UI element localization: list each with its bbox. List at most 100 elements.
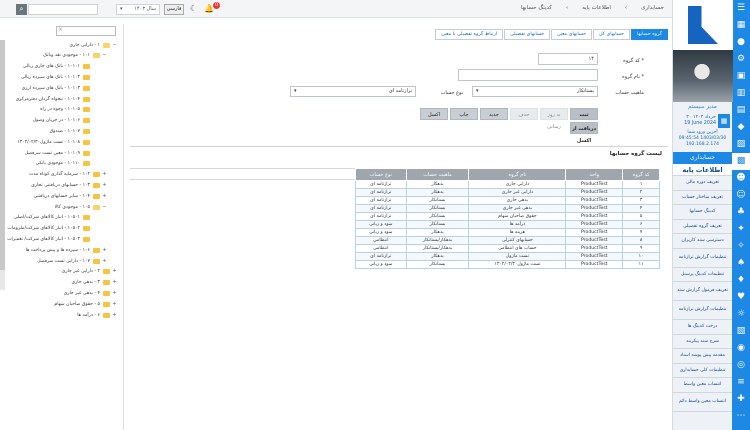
table-row[interactable]: ۱۱ ProductTest تست ماژول۱۳۰۲/۰۲/۳۰ بستانکار… <box>355 260 660 269</box>
tree-node[interactable]: ۱۰۱۰۳ - بانک های سپرده ارزی <box>22 83 97 93</box>
crowd-icon[interactable]: ◎ <box>732 357 750 374</box>
table-row[interactable]: ۱ ProductTest دارایی جاری بدهکار ترازنامه ای <box>355 180 660 189</box>
tree-scrollbar[interactable] <box>0 40 5 290</box>
excel-button[interactable]: اکسل <box>420 108 448 120</box>
table-row[interactable]: ۵ ProductTest حقوق صاحبان سهام بستانکار تراز… <box>355 212 660 221</box>
print-button[interactable]: چاپ <box>450 108 478 120</box>
plus-icon[interactable] <box>92 97 97 102</box>
plus-icon[interactable]: + <box>102 258 107 264</box>
bank-icon[interactable]: ▨ <box>732 136 750 153</box>
tab-subsidiary-accounts[interactable]: حسابهای معین <box>551 29 593 40</box>
contacts-icon[interactable]: ◉ <box>732 340 750 357</box>
column-header[interactable]: واحد <box>565 168 624 181</box>
calculator-icon[interactable]: ▦ <box>732 17 750 34</box>
tree-node[interactable]: +۲ - دارایی غیر جاری <box>62 267 117 277</box>
tab-detail-group-link[interactable]: ارتباط گروه تفصیلی با معین <box>435 29 504 40</box>
minus-icon[interactable]: − <box>102 53 107 58</box>
plus-icon[interactable] <box>92 118 97 123</box>
table-row[interactable]: ۲ ProductTest دارایی غیر جاری بدهکار ترازنام… <box>355 188 660 197</box>
table-row[interactable]: ۷ ProductTest هزینه ها بدهکار سود و زیانی <box>355 228 660 237</box>
tree-node[interactable]: ۱۰۱۰۱ - بانک های جاری ریالی <box>23 62 97 72</box>
sidebar-menu-item[interactable]: شرح سند پیکربند <box>673 334 732 349</box>
minus-icon[interactable]: − <box>112 42 117 48</box>
menu-icon[interactable]: ☰ <box>732 0 750 17</box>
store-icon[interactable]: ▣ <box>732 68 750 85</box>
update-button[interactable]: به روز رسانی <box>540 108 568 130</box>
plus-icon[interactable]: + <box>112 290 117 296</box>
plus-icon[interactable] <box>92 107 97 112</box>
save-button[interactable]: ثبت <box>570 108 598 120</box>
sidebar-menu-item[interactable]: تنظیمات گزارش ترازنامه <box>673 248 732 268</box>
tree-node[interactable]: +۱۰۷ - دارایی تست سرفصل <box>37 256 107 266</box>
team-icon[interactable]: ☺ <box>732 187 750 204</box>
tree-node[interactable]: +۳ - بدهی جاری <box>71 278 117 288</box>
plus-icon[interactable]: + <box>102 172 107 177</box>
truck-icon[interactable]: ▤ <box>732 102 750 119</box>
plus-icon[interactable]: + <box>102 182 107 188</box>
plus-icon[interactable]: + <box>112 269 117 274</box>
sidebar-menu-item[interactable]: تنظیمات کدینگ پرسنل <box>673 267 732 282</box>
people-icon[interactable]: ☻ <box>732 170 750 187</box>
plus-icon[interactable]: + <box>112 280 117 285</box>
close-icon[interactable]: × <box>58 26 63 33</box>
tree-node[interactable]: ۱۰۵۰۳ - انبار کالاهای شرکت/ تعمیرات <box>7 234 97 244</box>
tree-node[interactable]: − ۱۰۱ - موجودی نقد وبانک <box>43 51 107 61</box>
sidebar-menu-item[interactable]: انتساب معین واسط دائم <box>673 392 732 412</box>
sidebar-menu-item[interactable]: تعریف دوره مالی <box>673 176 732 191</box>
hierarchy-icon[interactable]: ♦ <box>732 272 750 289</box>
sidebar-menu-item[interactable]: انتساب معین واسط <box>673 378 732 393</box>
column-header[interactable]: نام گروه <box>468 168 567 181</box>
plus-icon[interactable] <box>92 140 97 145</box>
language-button[interactable]: فارسی <box>164 4 184 15</box>
staff-icon[interactable]: ☼ <box>732 306 750 323</box>
plus-icon[interactable] <box>92 151 97 156</box>
plus-icon[interactable] <box>92 237 97 242</box>
plus-icon[interactable]: + <box>102 247 107 253</box>
plus-icon[interactable] <box>92 161 97 166</box>
global-search-input[interactable] <box>28 4 98 15</box>
user-name[interactable]: مدیر سیستم <box>673 102 732 112</box>
minus-icon[interactable]: − <box>102 204 107 210</box>
tree-search-input[interactable] <box>56 26 116 36</box>
tools-icon[interactable]: ✚ <box>732 391 750 408</box>
tree-node[interactable]: +۱۰۳ - حسابهای دریافتنی تجاری <box>31 180 107 190</box>
tree-node[interactable]: ۱۰۱۰۷ - صندوق <box>50 126 97 136</box>
new-button[interactable]: جدید <box>480 108 508 120</box>
table-row[interactable]: ۹ ProductTest حساب های انتظامی بدهکار/بستان… <box>355 244 660 253</box>
table-row[interactable]: ۸ ProductTest حسابهای کنترلی بدهکار/بستانکا… <box>355 236 660 245</box>
tree-node[interactable]: ۱۰۱۰۶ - در جریان وصول <box>33 116 97 126</box>
type-select[interactable]: ▾ ترازنامه ای <box>290 86 416 97</box>
list-icon[interactable]: ≡ <box>732 374 750 391</box>
tree-node[interactable]: ۱۰۵۰۱ - انبار کالاهای شرکت/اصلی <box>14 213 97 223</box>
sidebar-menu-item[interactable]: کدینگ حسابها <box>673 205 732 220</box>
sidebar-menu-item[interactable]: دسترسی سند کاربران <box>673 234 732 249</box>
info-title[interactable]: اطلاعات پایه <box>673 164 732 176</box>
tree-node[interactable]: ۱۰۱۰۹ - معین تست سرفصل <box>25 148 97 158</box>
tree-node[interactable]: +۴ - بدهی غیر جاری <box>64 288 117 298</box>
tree-node[interactable]: ۱۰۱۰۲ - بانک های سپرده ریالی <box>21 72 97 82</box>
plus-icon[interactable] <box>92 215 97 220</box>
plus-icon[interactable] <box>92 86 97 91</box>
plus-icon[interactable]: + <box>112 312 117 318</box>
tree-node[interactable]: +۵ - حقوق صاحبان سهام <box>54 299 117 309</box>
sidebar-menu-item[interactable]: مقدمه پیش پوشه اسناد <box>673 349 732 364</box>
tree-node[interactable]: − ۱ - دارایی جاری <box>70 40 117 50</box>
user-icon[interactable]: ● <box>732 34 750 51</box>
table-row[interactable]: ۴ ProductTest بدهی غیر جاری بستانکار ترازنام… <box>355 204 660 213</box>
plus-icon[interactable]: + <box>102 193 107 199</box>
section-title[interactable]: حسابداری <box>673 152 732 164</box>
column-header[interactable]: نوع حساب <box>355 168 407 181</box>
sidebar-menu-item[interactable]: تعریف ساختار حساب <box>673 190 732 205</box>
sidebar-menu-item[interactable]: تعریف گروه تفصیلی <box>673 219 732 234</box>
tab-account-groups[interactable]: گروه حسابها <box>631 29 668 40</box>
tree-node[interactable]: +۱۰۲ - سرمایه گذاری کوتاه مدت <box>29 170 107 180</box>
tree-node[interactable]: ۱۰۱۰۴ - تنخواه گردان دفترمرکزی <box>16 94 97 104</box>
group-icon[interactable]: ♣ <box>732 204 750 221</box>
table-row[interactable]: ۳ ProductTest بدهی جاری بستانکار ترازنامه ای <box>355 196 660 205</box>
plus-icon[interactable]: + <box>112 301 117 307</box>
box-icon[interactable]: ◆ <box>732 119 750 136</box>
year-select[interactable]: ▾ سال ۱۴۰۳ <box>116 4 160 15</box>
breadcrumb-item[interactable]: کدینگ حسابها <box>521 5 552 11</box>
search-icon[interactable]: ⌕ <box>16 4 27 15</box>
plus-icon[interactable] <box>92 226 97 231</box>
